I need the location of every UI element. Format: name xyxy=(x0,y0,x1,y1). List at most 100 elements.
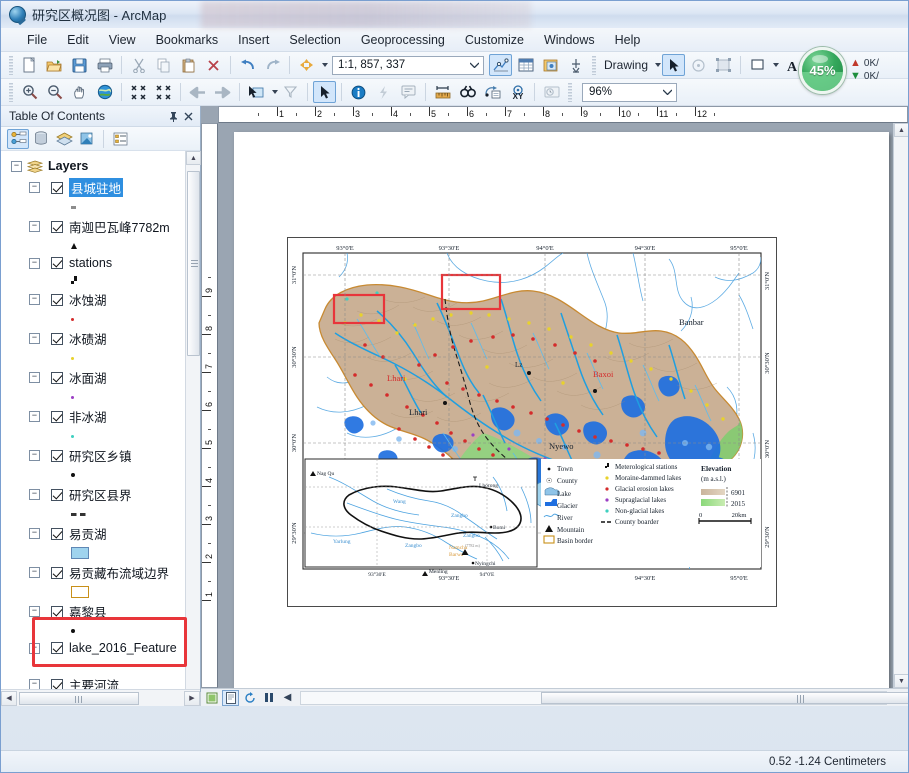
layer-name[interactable]: lake_2016_Feature xyxy=(69,641,177,655)
layout-canvas[interactable]: Banbar Lhari Lhari Baxoi Nyewo Bomi Tang… xyxy=(218,123,893,688)
layout-view-icon[interactable] xyxy=(222,690,239,706)
layer-row[interactable]: − 冰碛湖 xyxy=(1,326,200,351)
pan-icon[interactable] xyxy=(68,81,91,103)
expander-icon[interactable]: − xyxy=(29,450,40,461)
layer-visibility-checkbox[interactable] xyxy=(51,411,63,423)
layer-visibility-checkbox[interactable] xyxy=(51,606,63,618)
vertical-ruler[interactable]: 123456789 xyxy=(201,123,218,688)
full-extent-icon[interactable] xyxy=(93,81,116,103)
chevron-down-icon[interactable] xyxy=(467,58,481,73)
list-by-drawing-order-icon[interactable] xyxy=(7,129,29,149)
menu-customize[interactable]: Customize xyxy=(455,31,534,49)
add-data-icon[interactable] xyxy=(295,54,318,76)
layers-root[interactable]: − Layers xyxy=(1,157,200,175)
select-elements-icon[interactable] xyxy=(313,81,336,103)
menu-geoprocessing[interactable]: Geoprocessing xyxy=(351,31,455,49)
layer-row[interactable]: − stations xyxy=(1,253,200,273)
scroll-up-arrow-icon[interactable]: ▲ xyxy=(894,123,908,137)
layer-row[interactable]: − 冰面湖 xyxy=(1,365,200,390)
select-arrow-icon[interactable] xyxy=(662,54,685,76)
horizontal-ruler[interactable]: 123456789101112 xyxy=(218,106,908,123)
add-data-dropdown-icon[interactable] xyxy=(322,63,328,67)
html-popup-icon[interactable] xyxy=(397,81,420,103)
editor-toolbar-icon[interactable] xyxy=(489,54,512,76)
zoom-percent-combo[interactable]: 96% xyxy=(582,83,677,102)
layout-hscroll-track[interactable] xyxy=(300,691,887,705)
measure-icon[interactable] xyxy=(431,81,454,103)
options-icon[interactable] xyxy=(109,129,131,149)
refresh-icon[interactable] xyxy=(241,690,258,706)
layer-name[interactable]: 县城驻地 xyxy=(69,178,123,197)
layer-name[interactable]: 冰面湖 xyxy=(69,368,107,387)
layer-visibility-checkbox[interactable] xyxy=(51,182,63,194)
layer-name[interactable]: 研究区县界 xyxy=(69,485,132,504)
cut-icon[interactable] xyxy=(127,54,150,76)
layer-row[interactable]: − 研究区县界 xyxy=(1,482,200,507)
select-features-icon[interactable] xyxy=(245,81,268,103)
expander-icon[interactable]: − xyxy=(29,606,40,617)
layout-page[interactable]: Banbar Lhari Lhari Baxoi Nyewo Bomi Tang… xyxy=(234,132,889,688)
toolbar-grip[interactable] xyxy=(9,83,13,102)
identify-icon[interactable] xyxy=(347,81,370,103)
drawing-dropdown-icon[interactable] xyxy=(655,63,661,67)
rotate-icon[interactable] xyxy=(687,54,710,76)
cpu-usage-gauge[interactable]: 45% xyxy=(799,47,846,94)
drawing-menu-label[interactable]: Drawing xyxy=(600,58,652,72)
pause-icon[interactable] xyxy=(260,690,277,706)
copy-icon[interactable] xyxy=(152,54,175,76)
expander-icon[interactable]: − xyxy=(29,679,40,689)
list-by-visibility-icon[interactable] xyxy=(53,129,75,149)
layer-row[interactable]: − 易贡藏布流域边界 xyxy=(1,560,200,585)
pin-icon[interactable] xyxy=(166,109,181,124)
layer-name[interactable]: 易贡湖 xyxy=(69,524,107,543)
toc-vertical-scrollbar[interactable]: ▲ ▼ xyxy=(185,151,200,706)
back-extent-icon[interactable] xyxy=(186,81,209,103)
layer-row[interactable]: − 嘉黎县 xyxy=(1,599,200,624)
list-by-selection-icon[interactable] xyxy=(76,129,98,149)
zoom-in-icon[interactable] xyxy=(18,81,41,103)
layer-name[interactable]: stations xyxy=(69,256,112,270)
layer-visibility-checkbox[interactable] xyxy=(51,450,63,462)
menu-file[interactable]: File xyxy=(17,31,57,49)
chevron-down-icon[interactable] xyxy=(660,85,674,100)
scroll-up-arrow-icon[interactable]: ▲ xyxy=(186,151,201,165)
toolbar-grip[interactable] xyxy=(592,56,596,75)
layer-row[interactable]: − lake_2016_Feature xyxy=(1,638,200,658)
expander-icon[interactable]: − xyxy=(29,643,40,654)
scroll-right-arrow-icon[interactable]: ▶ xyxy=(184,691,200,706)
layer-name[interactable]: 冰碛湖 xyxy=(69,329,107,348)
toolbox-icon[interactable] xyxy=(564,54,587,76)
catalog-window-icon[interactable] xyxy=(539,54,562,76)
new-map-icon[interactable] xyxy=(18,54,41,76)
layer-name[interactable]: 嘉黎县 xyxy=(69,602,107,621)
fill-color-dropdown-icon[interactable] xyxy=(773,63,779,67)
list-by-source-icon[interactable] xyxy=(30,129,52,149)
scrollbar-thumb[interactable] xyxy=(187,171,200,356)
scroll-left-arrow-icon[interactable]: ◀ xyxy=(279,690,296,706)
undo-icon[interactable] xyxy=(236,54,259,76)
expander-icon[interactable]: − xyxy=(29,372,40,383)
layer-row[interactable]: − 主要河流 xyxy=(1,672,200,689)
map-scale-combo[interactable]: 1:1, 857, 337 xyxy=(332,56,484,75)
expander-icon[interactable]: − xyxy=(29,258,40,269)
hyperlink-icon[interactable] xyxy=(372,81,395,103)
forward-extent-icon[interactable] xyxy=(211,81,234,103)
layer-visibility-checkbox[interactable] xyxy=(51,333,63,345)
clear-selection-icon[interactable] xyxy=(279,81,302,103)
toc-layer-tree[interactable]: − Layers − 县城驻地 xyxy=(1,151,200,689)
menu-edit[interactable]: Edit xyxy=(57,31,99,49)
layer-name[interactable]: 主要河流 xyxy=(69,675,119,689)
menu-selection[interactable]: Selection xyxy=(279,31,350,49)
expander-icon[interactable]: − xyxy=(11,161,22,172)
layer-visibility-checkbox[interactable] xyxy=(51,372,63,384)
go-to-xy-icon[interactable]: XY xyxy=(506,81,529,103)
find-icon[interactable] xyxy=(456,81,479,103)
layer-name[interactable]: 南迦巴瓦峰7782m xyxy=(69,217,170,236)
expander-icon[interactable]: − xyxy=(29,528,40,539)
find-route-icon[interactable] xyxy=(481,81,504,103)
toolbar-grip[interactable] xyxy=(9,56,13,75)
open-icon[interactable] xyxy=(43,54,66,76)
expander-icon[interactable]: − xyxy=(29,182,40,193)
menu-bookmarks[interactable]: Bookmarks xyxy=(146,31,229,49)
fill-color-icon[interactable] xyxy=(746,54,769,76)
